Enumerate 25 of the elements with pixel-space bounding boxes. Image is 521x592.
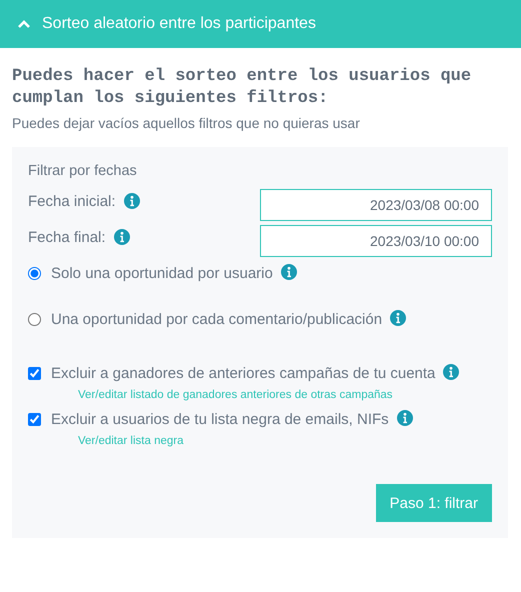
edit-link[interactable]: Ver/editar lista negra (78, 435, 184, 447)
checkbox[interactable] (28, 413, 41, 426)
option-label: Excluir a usuarios de tu lista negra de emails, NIFs (51, 411, 389, 428)
info-icon[interactable] (396, 410, 413, 426)
date-field[interactable]: 2023/03/08 00:00 (260, 189, 492, 221)
option-label: Excluir a ganadores de anteriores campañas de tu cuenta (51, 365, 436, 382)
checkbox[interactable] (28, 367, 41, 380)
subtitle: Puedes dejar vacíos aquellos filtros que no quieras usar (12, 115, 361, 131)
date-field[interactable]: 2023/03/10 00:00 (260, 225, 492, 257)
section-title: Filtrar por fechas (28, 163, 138, 179)
panel-title: Sorteo aleatorio entre los participantes (42, 15, 316, 33)
radio-button[interactable] (28, 313, 41, 326)
info-icon[interactable] (443, 364, 460, 380)
option-label: Una oportunidad por cada comentario/publicación (51, 311, 382, 328)
info-icon[interactable] (114, 229, 130, 245)
info-icon[interactable] (124, 193, 140, 209)
option-label: Solo una oportunidad por usuario (51, 265, 273, 282)
field-label: Fecha inicial: (28, 193, 116, 210)
heading: Puedes hacer el sorteo entre los usuarios que cumplan los siguientes filtros: (12, 66, 472, 110)
field-label: Fecha final: (28, 229, 106, 246)
info-icon[interactable] (280, 264, 297, 280)
info-icon[interactable] (390, 310, 406, 326)
filter-button[interactable]: Paso 1: filtrar (376, 484, 492, 522)
radio-button[interactable] (28, 267, 41, 280)
edit-link[interactable]: Ver/editar listado de ganadores anteriores de otras campañas (78, 389, 393, 401)
